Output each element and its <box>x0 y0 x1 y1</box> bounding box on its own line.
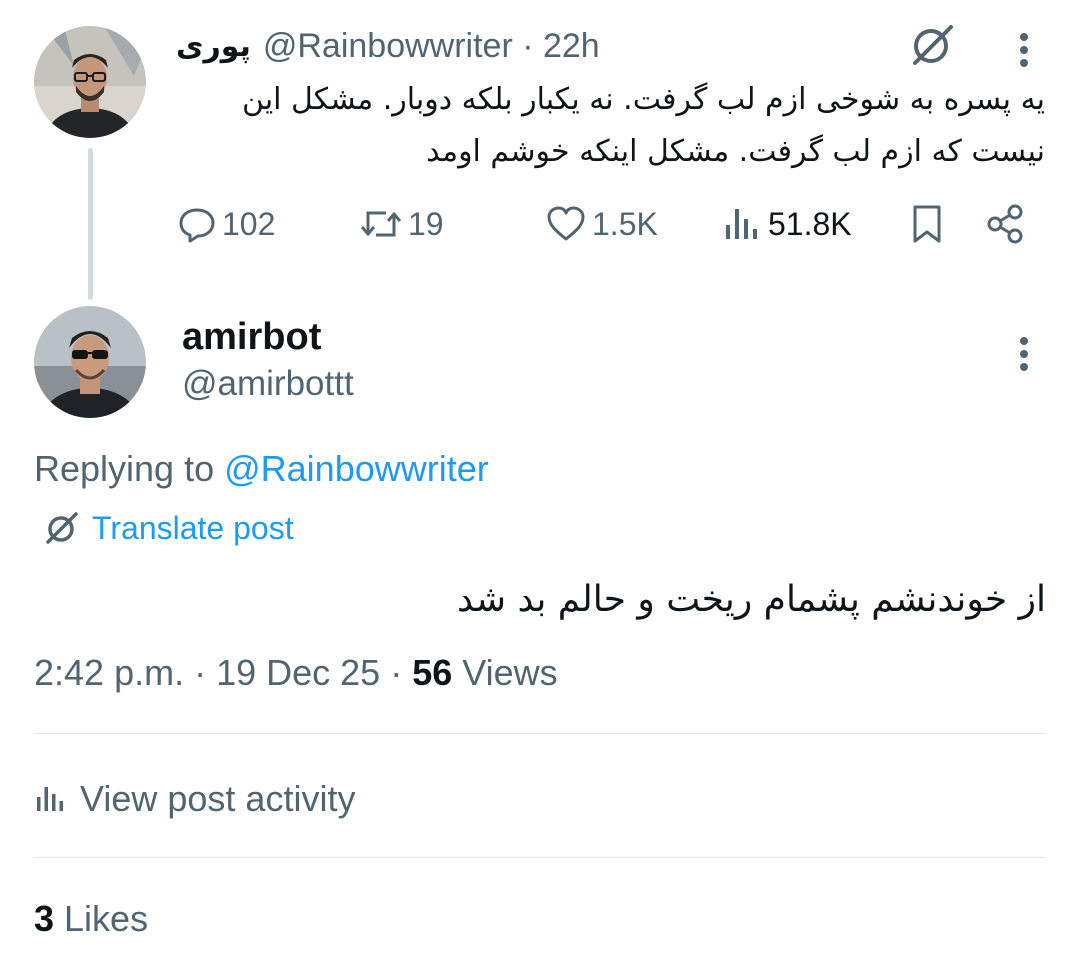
parent-display-name[interactable]: پوری <box>176 29 251 64</box>
views-icon <box>726 209 757 239</box>
views-count: 51.8K <box>768 205 852 242</box>
reply-count: 102 <box>222 205 276 242</box>
like-count: 1.5K <box>592 205 658 242</box>
divider-top <box>34 733 1046 734</box>
parent-post-text: یه پسره به شوخی ازم لب گرفت. نه یکبار بل… <box>242 82 1045 169</box>
parent-handle[interactable]: @Rainbowwriter <box>263 27 513 66</box>
views-label: Views <box>452 652 558 693</box>
views-number: 56 <box>412 652 453 693</box>
reply-display-name[interactable]: amirbot <box>182 316 321 359</box>
parent-post-header: پوری @Rainbowwriter · 22h <box>176 26 600 66</box>
post-date[interactable]: 19 Dec 25 <box>216 652 380 693</box>
translate-post-button[interactable]: Translate post <box>42 506 294 550</box>
post-time[interactable]: 2:42 p.m. <box>34 652 184 693</box>
views-button[interactable]: 51.8K <box>720 196 852 252</box>
likes-number: 3 <box>34 898 55 939</box>
repost-icon <box>360 211 402 237</box>
thread-line <box>88 148 93 300</box>
bookmark-icon[interactable] <box>902 198 952 250</box>
parent-header-separator: · <box>512 26 543 65</box>
parent-time-ago[interactable]: 22h <box>543 27 600 66</box>
activity-label: View post activity <box>80 778 356 819</box>
translate-label: Translate post <box>92 509 294 546</box>
reply-more-icon[interactable] <box>1004 332 1044 376</box>
parent-more-icon[interactable] <box>1004 28 1044 72</box>
repost-count: 19 <box>408 205 444 242</box>
meta-separator-1: · <box>184 652 217 693</box>
replying-to: Replying to @Rainbowwriter <box>34 448 489 490</box>
like-icon <box>547 206 585 241</box>
reply-handle[interactable]: @amirbottt <box>182 364 354 404</box>
reply-button[interactable]: 102 <box>176 196 275 252</box>
post-meta: 2:42 p.m. · 19 Dec 25 · 56 Views <box>34 652 558 694</box>
translate-icon <box>46 512 78 544</box>
view-post-activity-button[interactable]: View post activity <box>34 774 355 824</box>
avatar-reply[interactable] <box>34 306 146 418</box>
divider-bottom <box>34 857 1046 858</box>
likes-label: Likes <box>54 898 149 939</box>
reply-post-text: از خوندنشم پشمام ریخت و حالم بد شد <box>456 579 1046 620</box>
activity-icon <box>37 787 63 811</box>
avatar-parent[interactable] <box>34 26 146 138</box>
parent-action-bar: 102 19 1.5K 51.8K <box>176 196 1046 252</box>
like-button[interactable]: 1.5K <box>544 196 658 252</box>
repost-button[interactable]: 19 <box>358 196 444 252</box>
parent-translate-icon[interactable] <box>904 18 958 72</box>
reply-icon <box>179 208 215 243</box>
likes-count-row[interactable]: 3 Likes <box>34 898 148 940</box>
replying-prefix: Replying to <box>34 448 225 489</box>
share-icon[interactable] <box>978 198 1032 250</box>
replying-to-link[interactable]: @Rainbowwriter <box>224 448 489 489</box>
meta-separator-2: · <box>380 652 413 693</box>
